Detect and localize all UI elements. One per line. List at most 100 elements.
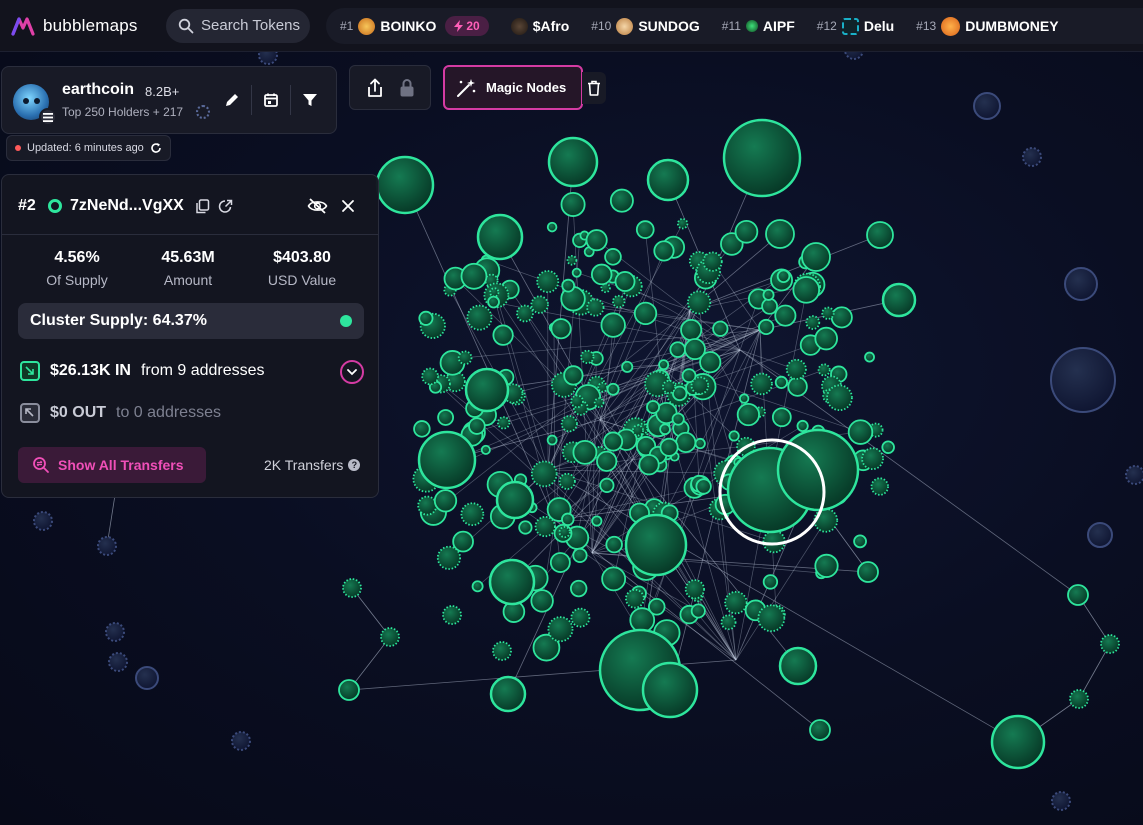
holder-bubble[interactable] xyxy=(436,545,462,570)
holder-bubble[interactable] xyxy=(566,254,578,266)
holder-bubble-large[interactable] xyxy=(1067,584,1089,606)
holder-bubble[interactable] xyxy=(817,363,831,377)
isolated-holder-bubble[interactable] xyxy=(97,536,117,556)
holder-bubble[interactable] xyxy=(792,276,821,304)
holder-bubble[interactable] xyxy=(558,472,576,490)
isolated-holder-bubble[interactable] xyxy=(1087,522,1113,548)
holder-bubble[interactable] xyxy=(572,439,598,465)
holder-bubble[interactable] xyxy=(785,358,807,380)
holder-bubble[interactable] xyxy=(690,603,706,619)
holder-bubble[interactable] xyxy=(572,547,588,563)
holder-bubble-large[interactable] xyxy=(495,480,535,520)
holder-bubble[interactable] xyxy=(774,375,788,389)
holder-bubble[interactable] xyxy=(546,221,558,233)
holder-bubble[interactable] xyxy=(830,306,853,329)
holder-bubble-large[interactable] xyxy=(801,242,831,272)
holder-bubble[interactable] xyxy=(826,384,853,412)
show-all-transfers-button[interactable]: Show All Transfers xyxy=(18,447,206,483)
help-icon[interactable]: ? xyxy=(348,459,361,471)
holder-bubble[interactable] xyxy=(457,350,473,366)
holder-bubble[interactable] xyxy=(570,607,591,628)
holder-bubble[interactable] xyxy=(659,437,679,457)
holder-bubble[interactable] xyxy=(774,304,797,327)
holder-bubble[interactable] xyxy=(549,552,571,573)
isolated-holder-bubble[interactable] xyxy=(1050,347,1116,413)
trending-item-dumbmoney[interactable]: #13 DUMBMONEY xyxy=(916,16,1059,36)
holder-bubble[interactable] xyxy=(614,271,636,292)
holder-bubble[interactable] xyxy=(659,423,671,436)
holder-bubble[interactable] xyxy=(530,460,558,488)
holder-bubble-large[interactable] xyxy=(641,661,699,719)
holder-bubble[interactable] xyxy=(596,450,618,472)
filter-button[interactable] xyxy=(299,89,321,111)
trending-item-sundog[interactable]: #10 SUNDOG xyxy=(591,17,700,35)
holder-bubble[interactable] xyxy=(805,315,821,330)
holder-bubble[interactable] xyxy=(796,419,809,433)
holder-bubble[interactable] xyxy=(720,614,737,631)
holder-bubble[interactable] xyxy=(653,240,675,262)
magic-nodes-button[interactable]: Magic Nodes xyxy=(443,65,583,110)
holder-bubble[interactable] xyxy=(570,394,584,409)
holder-bubble[interactable] xyxy=(471,580,484,593)
trending-item-aipf[interactable]: #11 AIPF xyxy=(722,18,795,34)
holder-bubble[interactable] xyxy=(675,431,697,454)
close-panel-button[interactable] xyxy=(339,197,357,215)
holder-bubble[interactable] xyxy=(380,627,400,647)
isolated-holder-bubble[interactable] xyxy=(1022,147,1042,167)
holder-bubble[interactable] xyxy=(518,520,533,535)
holder-bubble[interactable] xyxy=(604,248,622,266)
holder-bubble[interactable] xyxy=(530,589,554,613)
date-button[interactable] xyxy=(260,89,282,111)
holder-bubble[interactable] xyxy=(646,400,661,415)
refresh-icon[interactable] xyxy=(150,142,162,154)
holder-bubble[interactable] xyxy=(787,376,808,397)
holder-bubble[interactable] xyxy=(560,191,586,217)
holder-bubble[interactable] xyxy=(442,605,462,625)
holder-bubble[interactable] xyxy=(684,579,705,600)
holder-bubble[interactable] xyxy=(571,267,582,278)
holder-bubble-large[interactable] xyxy=(809,719,831,741)
holder-bubble-large[interactable] xyxy=(778,646,818,686)
holder-bubble[interactable] xyxy=(516,304,534,323)
holder-bubble[interactable] xyxy=(864,351,875,363)
isolated-holder-bubble[interactable] xyxy=(105,622,125,642)
holder-bubble-large[interactable] xyxy=(417,430,477,490)
holder-bubble[interactable] xyxy=(762,574,779,590)
holder-bubble[interactable] xyxy=(558,526,571,539)
holder-bubble[interactable] xyxy=(676,217,689,230)
holder-bubble[interactable] xyxy=(591,515,603,527)
holder-bubble[interactable] xyxy=(621,360,634,373)
cluster-supply-bar[interactable]: Cluster Supply: 64.37% xyxy=(18,303,364,339)
holder-bubble[interactable] xyxy=(821,306,835,320)
edit-button[interactable] xyxy=(221,89,243,111)
holder-bubble[interactable] xyxy=(492,641,512,661)
holder-bubble[interactable] xyxy=(606,382,620,396)
holder-bubble[interactable] xyxy=(418,310,434,326)
holder-bubble[interactable] xyxy=(695,478,712,495)
holder-bubble[interactable] xyxy=(421,367,439,386)
holder-bubble[interactable] xyxy=(547,616,574,643)
holder-bubble-large[interactable] xyxy=(857,561,879,583)
holder-bubble[interactable] xyxy=(647,598,666,616)
holder-bubble[interactable] xyxy=(597,381,609,393)
holder-bubble[interactable] xyxy=(586,298,605,317)
holder-bubble[interactable] xyxy=(433,489,458,513)
holder-bubble[interactable] xyxy=(712,320,729,337)
holder-bubble[interactable] xyxy=(585,229,608,252)
holder-bubble[interactable] xyxy=(530,295,549,314)
holder-bubble[interactable] xyxy=(561,278,576,293)
holder-bubble[interactable] xyxy=(680,319,703,342)
isolated-holder-bubble[interactable] xyxy=(108,652,128,672)
holder-bubble[interactable] xyxy=(561,512,575,527)
holder-bubble[interactable] xyxy=(870,477,889,496)
isolated-holder-bubble[interactable] xyxy=(1051,791,1071,811)
holder-bubble[interactable] xyxy=(536,270,560,293)
trending-item-delu[interactable]: #12 Delu xyxy=(817,17,894,35)
holder-bubble-large[interactable] xyxy=(489,675,527,713)
update-status[interactable]: Updated: 6 minutes ago xyxy=(6,135,171,161)
holder-bubble[interactable] xyxy=(612,294,626,309)
holder-bubble[interactable] xyxy=(736,402,760,427)
holder-bubble-large[interactable] xyxy=(881,282,917,318)
holder-bubble[interactable] xyxy=(671,412,685,426)
holder-bubble[interactable] xyxy=(669,341,686,358)
